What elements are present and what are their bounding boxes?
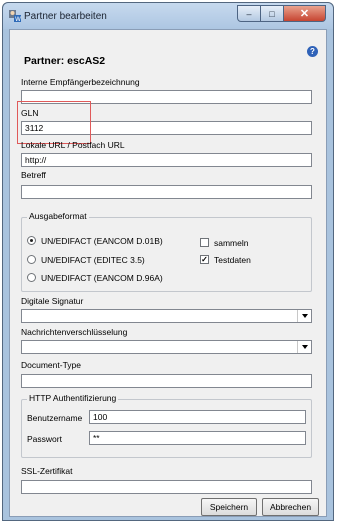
- close-button[interactable]: ✕: [284, 5, 326, 22]
- eancom-d96a-radio[interactable]: [27, 273, 36, 282]
- benutzername-label: Benutzername: [27, 413, 83, 423]
- digitale-signatur-select[interactable]: [21, 309, 312, 323]
- chevron-down-icon[interactable]: [297, 341, 311, 353]
- document-type-input[interactable]: [21, 374, 312, 388]
- eancom-d01b-radio[interactable]: [27, 236, 36, 245]
- betreff-label: Betreff: [21, 170, 46, 180]
- maximize-button[interactable]: □: [261, 5, 284, 22]
- betreff-input[interactable]: [21, 185, 312, 199]
- ssl-zertifikat-label: SSL-Zertifikat: [21, 466, 73, 476]
- passwort-label: Passwort: [27, 434, 62, 444]
- ssl-zertifikat-input[interactable]: [21, 480, 312, 494]
- eancom-d96a-label[interactable]: UN/EDIFACT (EANCOM D.96A): [41, 273, 163, 283]
- benutzername-input[interactable]: 100: [89, 410, 306, 424]
- lokale-url-label: Lokale URL / Postfach URL: [21, 140, 125, 150]
- highlight-box: [17, 101, 91, 144]
- sammeln-label[interactable]: sammeln: [214, 238, 248, 248]
- testdaten-label[interactable]: Testdaten: [214, 255, 251, 265]
- document-type-label: Document-Type: [21, 360, 81, 370]
- title-bar[interactable]: W Partner bearbeiten – □ ✕: [3, 3, 333, 29]
- dialog-window: W Partner bearbeiten – □ ✕ Partner: escA…: [2, 2, 334, 521]
- window-title: Partner bearbeiten: [24, 11, 107, 22]
- passwort-input[interactable]: **: [89, 431, 306, 445]
- save-button[interactable]: Speichern: [201, 498, 257, 516]
- ausgabeformat-title: Ausgabeformat: [27, 211, 89, 221]
- interne-empfaengerbezeichnung-label: Interne Empfängerbezeichnung: [21, 77, 140, 87]
- http-auth-title: HTTP Authentifizierung: [27, 393, 119, 403]
- nachrichtenverschluesselung-label: Nachrichtenverschlüsselung: [21, 327, 128, 337]
- digitale-signatur-label: Digitale Signatur: [21, 296, 84, 306]
- eancom-d01b-label[interactable]: UN/EDIFACT (EANCOM D.01B): [41, 236, 163, 246]
- chevron-down-icon[interactable]: [297, 310, 311, 322]
- editec-label[interactable]: UN/EDIFACT (EDITEC 3.5): [41, 255, 145, 265]
- sammeln-checkbox[interactable]: [200, 238, 209, 247]
- cancel-button[interactable]: Abbrechen: [262, 498, 319, 516]
- help-icon[interactable]: ?: [307, 46, 318, 57]
- testdaten-checkbox[interactable]: ✓: [200, 255, 209, 264]
- nachrichtenverschluesselung-select[interactable]: [21, 340, 312, 354]
- editec-radio[interactable]: [27, 255, 36, 264]
- minimize-button[interactable]: –: [237, 5, 261, 22]
- http-auth-groupbox: [21, 399, 312, 458]
- lokale-url-input[interactable]: http://: [21, 153, 312, 167]
- svg-text:W: W: [15, 16, 21, 22]
- dialog-content: Partner: escAS2 ? Interne Empfängerbezei…: [9, 29, 327, 517]
- partner-app-icon: W: [9, 10, 21, 22]
- page-title: Partner: escAS2: [24, 55, 106, 67]
